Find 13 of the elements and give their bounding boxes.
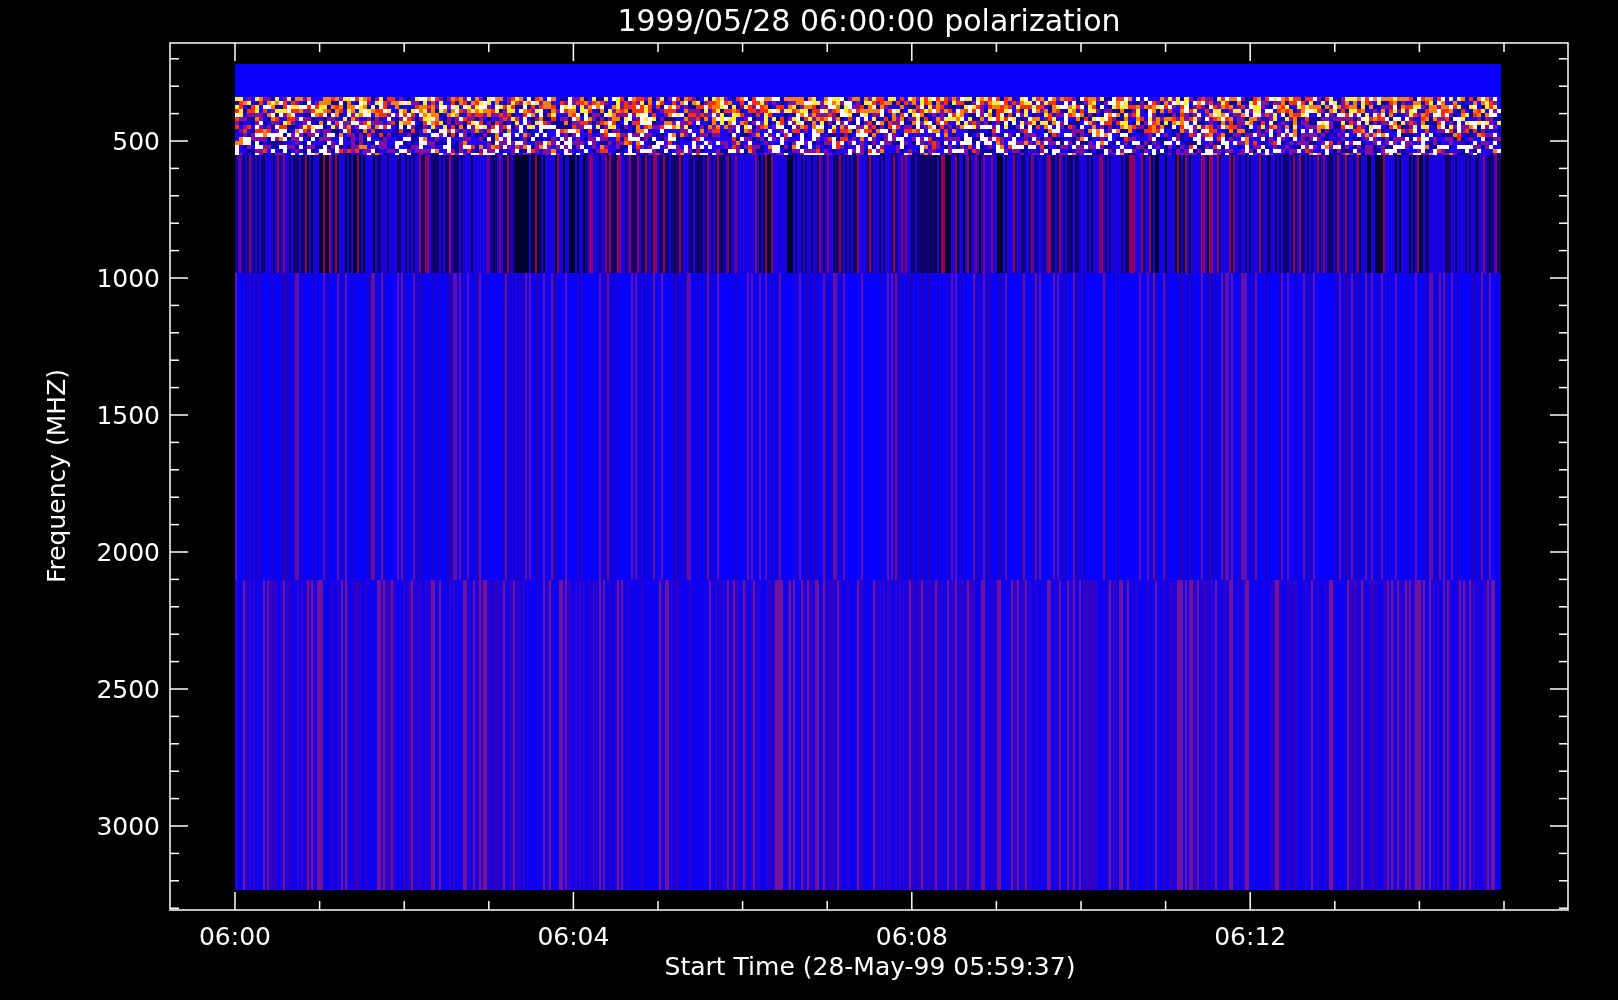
plot-title: 1999/05/28 06:00:00 polarization: [617, 3, 1121, 38]
tick-label: 06:12: [1214, 922, 1287, 951]
tick-label: 1000: [96, 264, 160, 293]
tick-label: 06:00: [199, 922, 271, 951]
tick-label: 2500: [96, 675, 160, 704]
tick-label: 500: [112, 127, 160, 156]
tick-label: 2000: [96, 538, 160, 567]
tick-label: 06:08: [875, 922, 948, 951]
axis-label: Start Time (28-May-99 05:59:37): [664, 952, 1076, 981]
axis-label: Frequency (MHZ): [42, 368, 71, 584]
tick-label: 3000: [96, 812, 160, 841]
tick-label: 1500: [96, 401, 160, 430]
tick-label: 06:04: [537, 922, 610, 951]
